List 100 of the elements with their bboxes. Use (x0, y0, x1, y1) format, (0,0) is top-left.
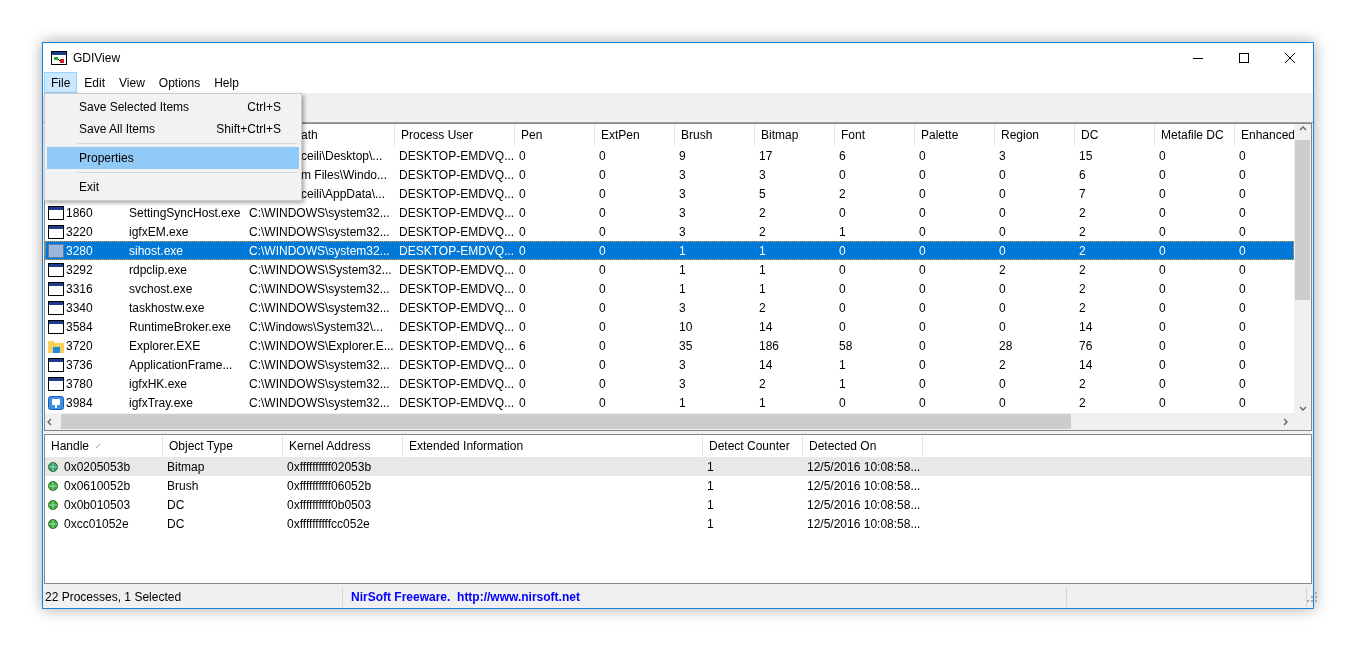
close-icon (1285, 52, 1295, 63)
table-cell-text: 0 (598, 299, 607, 317)
table-row[interactable]: 3220 igfxEM.exe C:\WINDOWS\system32... DESKTOP-EMDVQ... 0 0 3 2 1 0 0 2 0 0 (45, 222, 1294, 241)
table-cell-text: rdpclip.exe (128, 261, 189, 279)
website-link[interactable]: http://www.nirsoft.net (457, 590, 580, 604)
table-cell-text: 0 (598, 242, 607, 260)
resize-grip-icon (1307, 592, 1317, 602)
table-cell-text: 0 (518, 375, 527, 393)
table-cell-text: 0 (918, 318, 927, 336)
window-icon (48, 357, 64, 372)
table-cell-text: 1 (838, 375, 847, 393)
table-cell-text: 0 (838, 204, 847, 222)
table-row[interactable]: 3340 taskhostw.exe C:\WINDOWS\system32... DESKTOP-EMDVQ... 0 0 3 2 0 0 0 2 0 0 (45, 298, 1294, 317)
table-cell-text: DESKTOP-EMDVQ... (398, 356, 515, 374)
table-cell-text: DESKTOP-EMDVQ... (398, 166, 515, 184)
table-cell-text: 0 (838, 166, 847, 184)
table-cell-text: 0 (518, 185, 527, 203)
globe-icon (48, 461, 58, 472)
table-cell-text: 0 (1238, 166, 1247, 184)
table-cell-text: 1 (706, 496, 715, 514)
app-icon (51, 50, 67, 65)
table-cell-text: DESKTOP-EMDVQ... (398, 375, 515, 393)
table-cell-text: ApplicationFrame... (128, 356, 234, 374)
table-cell-text: Bitmap (166, 458, 206, 476)
table-row[interactable]: 0x0610052b Brush 0xffffffffff06052b 1 12/5/2016 10:08:58... (45, 476, 1311, 495)
table-cell-text: 1 (838, 223, 847, 241)
menu-item[interactable]: Edit (77, 72, 113, 93)
table-row[interactable]: 3292 rdpclip.exe C:\WINDOWS\System32... DESKTOP-EMDVQ... 0 0 1 1 0 0 2 2 0 0 (45, 260, 1294, 279)
table-cell-text: 0 (518, 356, 527, 374)
table-row[interactable]: 3584 RuntimeBroker.exe C:\Windows\System32\... DESKTOP-EMDVQ... 0 0 10 14 0 0 0 14 0 0 (45, 317, 1294, 336)
window-icon (48, 243, 64, 258)
window-icon (48, 224, 64, 239)
table-cell-text: DESKTOP-EMDVQ... (398, 280, 515, 298)
table-cell-text: 2 (1078, 299, 1087, 317)
table-cell-text: 1 (706, 477, 715, 495)
status-text: 22 Processes, 1 Selected (43, 587, 343, 607)
table-row[interactable]: 3984 igfxTray.exe C:\WINDOWS\system32... DESKTOP-EMDVQ... 0 0 1 1 0 0 0 2 0 0 (45, 393, 1294, 412)
table-cell-text: 0 (918, 147, 927, 165)
table-cell-text: 3 (998, 147, 1007, 165)
menu-item[interactable]: Options (151, 72, 208, 93)
table-cell-text: 0 (598, 394, 607, 412)
table-cell-text: 0 (838, 318, 847, 336)
table-cell-text: 14 (1078, 318, 1094, 336)
table-cell-text: 0 (918, 280, 927, 298)
table-cell-text: 1 (678, 394, 687, 412)
table-row[interactable]: 3280 sihost.exe C:\WINDOWS\system32... DESKTOP-EMDVQ... 0 0 1 1 0 0 0 2 0 0 (45, 241, 1294, 260)
menu-item[interactable]: Help (207, 72, 246, 93)
table-cell-text: 0 (838, 280, 847, 298)
table-cell-text: 0 (1158, 204, 1167, 222)
table-row[interactable]: 3780 igfxHK.exe C:\WINDOWS\system32... DESKTOP-EMDVQ... 0 0 3 2 1 0 0 2 0 0 (45, 374, 1294, 393)
table-cell-text: 0 (1238, 280, 1247, 298)
table-cell-text: 3 (678, 223, 687, 241)
horizontal-scrollbar[interactable] (45, 413, 1311, 430)
table-row[interactable]: 1860 SettingSyncHost.exe C:\WINDOWS\system32... DESKTOP-EMDVQ... 0 0 3 2 0 0 0 2 0 0 (45, 203, 1294, 222)
table-cell-text: 0 (998, 280, 1007, 298)
menu-item[interactable]: View (112, 72, 152, 93)
table-cell-text: C:\WINDOWS\system32... (248, 299, 391, 317)
table-cell-text: 0 (518, 147, 527, 165)
table-cell-text: 0 (1238, 204, 1247, 222)
table-cell-text: 2 (1078, 394, 1087, 412)
table-cell-text: 14 (758, 356, 774, 374)
table-cell-text: 0 (918, 394, 927, 412)
table-cell-text: 2 (1078, 261, 1087, 279)
table-cell-text: 3292 (66, 261, 93, 279)
table-cell-text: 3 (678, 166, 687, 184)
table-cell-text: 0 (918, 204, 927, 222)
status-text: NirSoft Freeware. (351, 590, 451, 604)
scroll-down-icon (1298, 405, 1307, 413)
table-row[interactable]: 3736 ApplicationFrame... C:\WINDOWS\system32... DESKTOP-EMDVQ... 0 0 3 14 1 0 2 14 0 0 (45, 355, 1294, 374)
vertical-scrollbar[interactable] (1294, 124, 1311, 413)
table-cell-text: 3 (678, 356, 687, 374)
scroll-up-icon (1298, 124, 1307, 132)
table-cell-text: 3 (678, 375, 687, 393)
table-row[interactable]: 3316 svchost.exe C:\WINDOWS\system32... DESKTOP-EMDVQ... 0 0 1 1 0 0 0 2 0 0 (45, 279, 1294, 298)
table-cell-text: 3 (678, 204, 687, 222)
table-cell-text: 0 (838, 394, 847, 412)
table-cell-text: 0 (838, 261, 847, 279)
table-cell-text: 0x0610052b (64, 477, 131, 495)
window-icon (48, 300, 64, 315)
table-cell-text: 0 (998, 394, 1007, 412)
table-cell-text: DC (166, 515, 186, 533)
table-cell-text: 0 (518, 261, 527, 279)
table-cell-text: Explorer.EXE (128, 337, 202, 355)
table-cell-text: 12/5/2016 10:08:58... (806, 477, 922, 495)
table-cell-text: 0 (918, 337, 927, 355)
table-cell-text: 1 (758, 394, 767, 412)
table-cell-text: DESKTOP-EMDVQ... (398, 242, 515, 260)
table-cell-text: 0 (918, 356, 927, 374)
globe-icon (48, 518, 58, 529)
menu-item[interactable]: Properties (47, 147, 299, 169)
table-cell-text: DESKTOP-EMDVQ... (398, 394, 515, 412)
menu-item[interactable]: Save Selected Items Ctrl+S (47, 96, 299, 118)
menu-item[interactable]: File (44, 72, 78, 93)
table-row[interactable]: 0xcc01052e DC 0xffffffffffcc052e 1 12/5/2016 10:08:58... (45, 514, 1311, 533)
table-cell-text: 1 (678, 280, 687, 298)
menu-item[interactable]: Exit (47, 176, 299, 198)
table-row[interactable]: 0x0b010503 DC 0xffffffffff0b0503 1 12/5/2016 10:08:58... (45, 495, 1311, 514)
table-cell-text: DESKTOP-EMDVQ... (398, 318, 515, 336)
table-row[interactable]: 3720 Explorer.EXE C:\WINDOWS\Explorer.E... DESKTOP-EMDVQ... 6 0 35 186 58 0 28 76 0 0 (45, 336, 1294, 355)
table-row[interactable]: 0x0205053b Bitmap 0xffffffffff02053b 1 12/5/2016 10:08:58... (45, 457, 1311, 476)
